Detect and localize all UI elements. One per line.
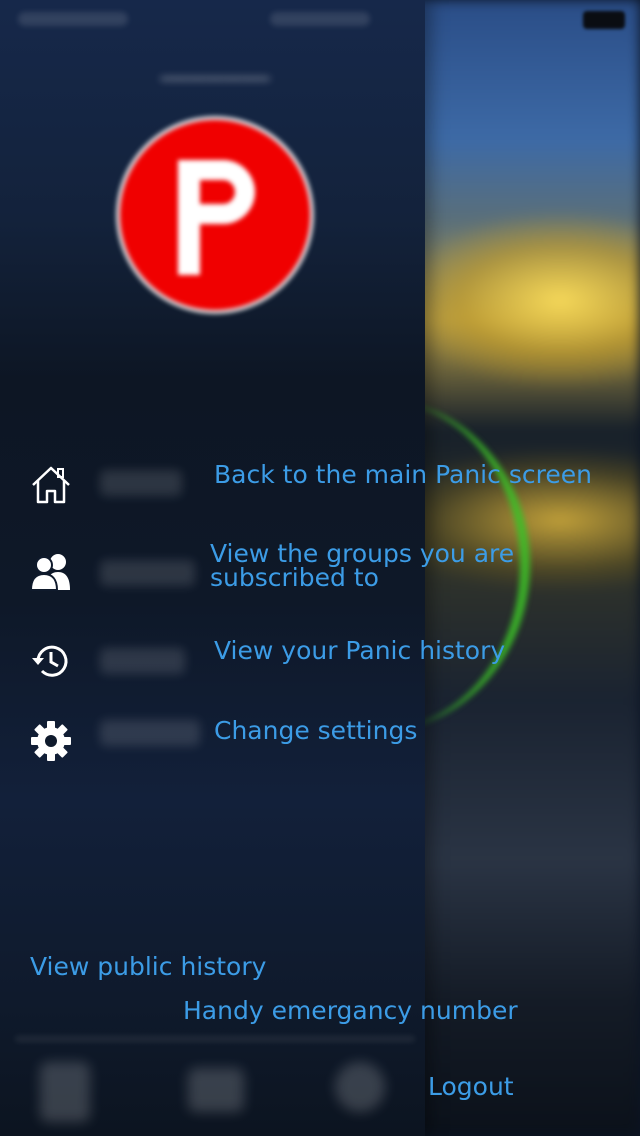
hint-home: Back to the main Panic screen [214,460,592,489]
hint-groups: View the groups you are subscribed to [210,539,515,592]
status-bar-carrier [18,12,128,26]
view-public-history-link[interactable]: View public history [30,952,266,981]
handy-emergency-number-link[interactable]: Handy emergancy number [183,996,518,1025]
menu-item-groups[interactable]: View the groups you are subscribed to [0,536,640,606]
menu-label-history-blurred [100,648,185,674]
hint-settings: Change settings [214,716,418,745]
logout-link[interactable]: Logout [428,1072,514,1101]
gear-icon [31,721,71,761]
menu-item-history[interactable]: View your Panic history [0,626,640,696]
document-icon[interactable] [40,1062,90,1122]
groups-icon [29,554,70,591]
app-logo [120,120,310,310]
menu-label-settings-blurred [100,720,200,746]
history-icon [32,645,68,677]
home-icon [32,466,70,504]
menu-item-home[interactable]: Back to the main Panic screen [0,450,640,520]
mail-icon[interactable] [188,1068,244,1112]
user-name-blurred: ────── [160,62,270,97]
hint-history: View your Panic history [214,636,506,665]
play-icon[interactable] [335,1062,385,1112]
menu-label-groups-blurred [100,560,195,586]
tab-divider [15,1036,415,1042]
menu-item-settings[interactable]: Change settings [0,706,640,776]
menu-label-home-blurred [100,470,182,496]
battery-icon [583,11,625,29]
panic-p-logo-icon [178,160,255,275]
status-bar-time [270,12,370,26]
